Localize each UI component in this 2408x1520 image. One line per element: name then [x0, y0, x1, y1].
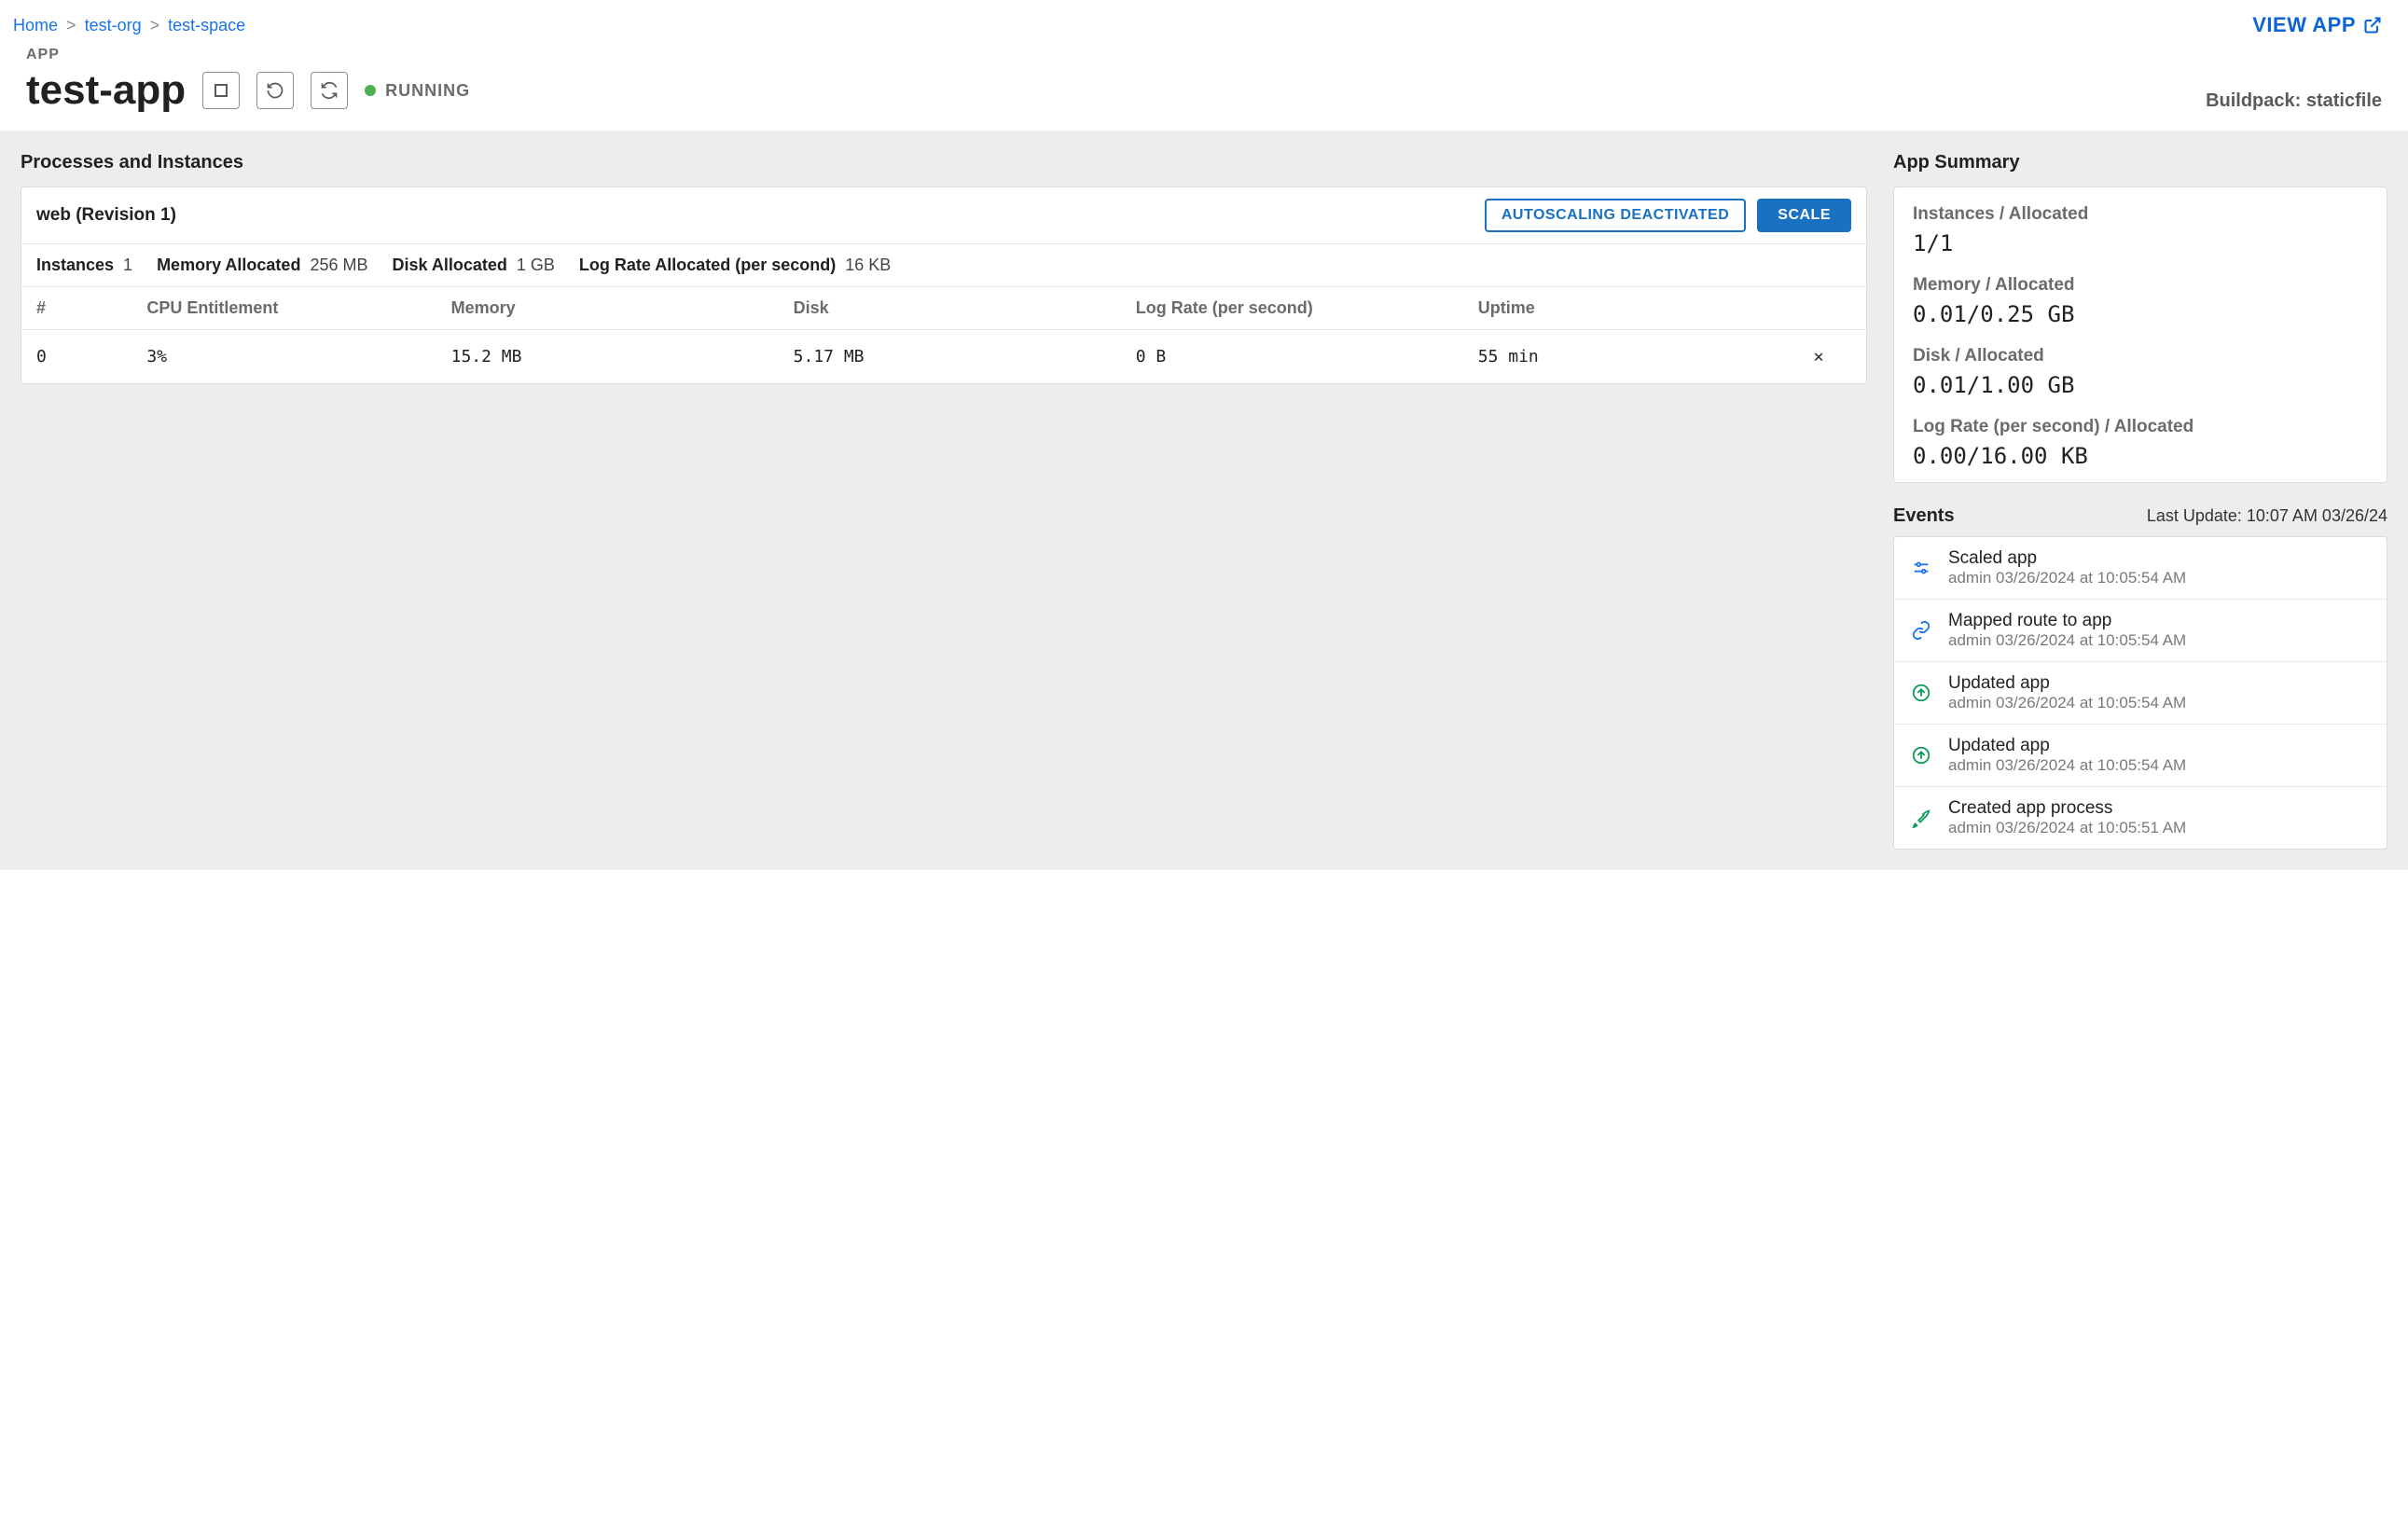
- summary-memory-value: 0.01/0.25 GB: [1913, 301, 2368, 327]
- col-memory: Memory: [440, 287, 782, 330]
- instances-table: # CPU Entitlement Memory Disk Log Rate (…: [21, 287, 1866, 383]
- col-cpu: CPU Entitlement: [135, 287, 439, 330]
- event-meta: admin 03/26/2024 at 10:05:51 AM: [1948, 819, 2186, 837]
- processes-card: web (Revision 1) AUTOSCALING DEACTIVATED…: [21, 187, 1867, 384]
- event-item[interactable]: Scaled app admin 03/26/2024 at 10:05:54 …: [1894, 537, 2387, 599]
- stop-icon: [214, 83, 228, 98]
- restart-button[interactable]: [256, 72, 294, 109]
- event-title: Updated app: [1948, 673, 2186, 694]
- alloc-memory-value: 256 MB: [310, 256, 367, 275]
- stop-button[interactable]: [202, 72, 240, 109]
- alloc-lograte-label: Log Rate Allocated (per second): [579, 256, 836, 275]
- summary-lograte-label: Log Rate (per second) / Allocated: [1913, 417, 2368, 437]
- allocation-row: Instances 1 Memory Allocated 256 MB Disk…: [21, 244, 1866, 287]
- cell-index: 0: [21, 330, 135, 384]
- summary-instances-label: Instances / Allocated: [1913, 204, 2368, 225]
- scale-button[interactable]: SCALE: [1757, 199, 1851, 232]
- process-title: web (Revision 1): [36, 205, 176, 226]
- chevron-right-icon: >: [62, 16, 80, 35]
- app-name: test-app: [26, 67, 186, 114]
- event-title: Created app process: [1948, 798, 2186, 819]
- view-app-label: VIEW APP: [2252, 13, 2356, 37]
- cell-memory: 15.2 MB: [440, 330, 782, 384]
- summary-lograte-value: 0.00/16.00 KB: [1913, 443, 2368, 469]
- event-meta: admin 03/26/2024 at 10:05:54 AM: [1948, 756, 2186, 775]
- col-disk: Disk: [782, 287, 1125, 330]
- sync-icon: [320, 81, 339, 100]
- alloc-disk-label: Disk Allocated: [392, 256, 506, 275]
- breadcrumb-home[interactable]: Home: [13, 16, 58, 35]
- external-link-icon: [2363, 16, 2382, 35]
- event-item[interactable]: Created app process admin 03/26/2024 at …: [1894, 786, 2387, 849]
- event-meta: admin 03/26/2024 at 10:05:54 AM: [1948, 694, 2186, 712]
- refresh-icon: [266, 81, 284, 100]
- restage-button[interactable]: [311, 72, 348, 109]
- alloc-instances-label: Instances: [36, 256, 114, 275]
- events-card: Scaled app admin 03/26/2024 at 10:05:54 …: [1893, 536, 2387, 850]
- event-meta: admin 03/26/2024 at 10:05:54 AM: [1948, 631, 2186, 650]
- event-title: Updated app: [1948, 736, 2186, 756]
- breadcrumb-space[interactable]: test-space: [168, 16, 245, 35]
- summary-section-title: App Summary: [1893, 152, 2387, 173]
- col-uptime: Uptime: [1467, 287, 1771, 330]
- app-label: APP: [26, 47, 470, 63]
- event-item[interactable]: Updated app admin 03/26/2024 at 10:05:54…: [1894, 661, 2387, 724]
- summary-disk-value: 0.01/1.00 GB: [1913, 372, 2368, 398]
- col-lograte: Log Rate (per second): [1125, 287, 1467, 330]
- alloc-disk-value: 1 GB: [517, 256, 555, 275]
- view-app-link[interactable]: VIEW APP: [2252, 13, 2382, 37]
- arrow-up-circle-icon: [1909, 743, 1933, 767]
- summary-instances-value: 1/1: [1913, 230, 2368, 256]
- col-index: #: [21, 287, 135, 330]
- breadcrumb: Home > test-org > test-space: [13, 16, 245, 35]
- alloc-instances-value: 1: [123, 256, 132, 275]
- events-section-title: Events: [1893, 505, 1955, 527]
- cell-lograte: 0 B: [1125, 330, 1467, 384]
- rocket-icon: [1909, 806, 1933, 830]
- delete-instance-button[interactable]: ✕: [1771, 330, 1866, 384]
- event-title: Scaled app: [1948, 548, 2186, 569]
- summary-card: Instances / Allocated 1/1 Memory / Alloc…: [1893, 187, 2387, 483]
- alloc-lograte-value: 16 KB: [845, 256, 891, 275]
- cell-disk: 5.17 MB: [782, 330, 1125, 384]
- top-bar: Home > test-org > test-space VIEW APP: [0, 0, 2408, 37]
- alloc-memory-label: Memory Allocated: [157, 256, 300, 275]
- summary-disk-label: Disk / Allocated: [1913, 346, 2368, 366]
- chevron-right-icon: >: [146, 16, 164, 35]
- arrow-up-circle-icon: [1909, 681, 1933, 705]
- cell-uptime: 55 min: [1467, 330, 1771, 384]
- event-item[interactable]: Mapped route to app admin 03/26/2024 at …: [1894, 599, 2387, 661]
- event-title: Mapped route to app: [1948, 611, 2186, 631]
- event-meta: admin 03/26/2024 at 10:05:54 AM: [1948, 569, 2186, 587]
- link-icon: [1909, 618, 1933, 643]
- app-header: APP test-app RUNNING Buildpack: staticfi…: [0, 37, 2408, 131]
- events-last-update: Last Update: 10:07 AM 03/26/24: [2147, 506, 2387, 526]
- summary-memory-label: Memory / Allocated: [1913, 275, 2368, 296]
- processes-section-title: Processes and Instances: [21, 152, 1867, 173]
- autoscaling-button[interactable]: AUTOSCALING DEACTIVATED: [1485, 199, 1746, 232]
- status-text: RUNNING: [385, 81, 470, 101]
- sliders-icon: [1909, 556, 1933, 580]
- close-icon: ✕: [1814, 347, 1824, 366]
- event-item[interactable]: Updated app admin 03/26/2024 at 10:05:54…: [1894, 724, 2387, 786]
- breadcrumb-org[interactable]: test-org: [85, 16, 142, 35]
- status-dot-icon: [365, 85, 376, 96]
- table-row: 0 3% 15.2 MB 5.17 MB 0 B 55 min ✕: [21, 330, 1866, 384]
- buildpack-label: Buildpack: staticfile: [2206, 90, 2382, 114]
- cell-cpu: 3%: [135, 330, 439, 384]
